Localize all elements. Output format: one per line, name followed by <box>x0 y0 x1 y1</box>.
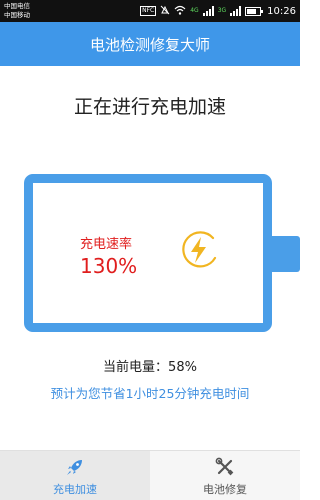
page-heading: 正在进行充电加速 <box>73 96 226 118</box>
carrier-name-2: 中国移动 <box>4 10 30 19</box>
app-title: 电池检测修复大师 <box>89 35 210 54</box>
lightning-bolt-icon <box>177 228 221 272</box>
status-bar: 中国电信 中国移动 NFC 4G 3G 10:26 <box>0 0 300 22</box>
signal-strength-icon <box>202 6 214 16</box>
signal-strength-icon-2 <box>230 6 242 16</box>
mute-icon <box>160 5 170 18</box>
battery-outline <box>24 174 272 332</box>
nfc-icon: NFC <box>140 6 157 16</box>
carrier-info: 中国电信 中国移动 <box>4 2 30 19</box>
app-header: 电池检测修复大师 <box>0 22 300 66</box>
charge-speed-value: 130% <box>80 254 138 278</box>
wifi-icon <box>174 5 186 18</box>
time-saved-text: 预计为您节省1小时25分钟充电时间 <box>50 386 250 401</box>
battery-status-fill <box>247 8 257 14</box>
tools-icon <box>215 457 235 477</box>
network-type-1: 4G <box>190 7 199 14</box>
rocket-icon <box>65 457 85 477</box>
tab-charge-boost-label: 充电加速 <box>53 483 97 496</box>
charge-speed-label: 充电速率 <box>80 237 133 252</box>
tab-battery-repair-label: 电池修复 <box>203 483 247 496</box>
bottom-tab-bar: 充电加速 电池修复 <box>0 450 300 500</box>
clock: 10:26 <box>267 5 296 17</box>
battery-status-icon <box>245 6 264 16</box>
tab-battery-repair[interactable]: 电池修复 <box>150 451 300 500</box>
network-type-2: 3G <box>217 7 227 14</box>
battery-terminal <box>272 236 300 272</box>
status-indicators: NFC 4G 3G 10:26 <box>140 0 296 22</box>
current-charge-text: 当前电量：58% <box>103 360 197 375</box>
carrier-name-1: 中国电信 <box>4 2 30 10</box>
tab-charge-boost[interactable]: 充电加速 <box>0 451 150 500</box>
